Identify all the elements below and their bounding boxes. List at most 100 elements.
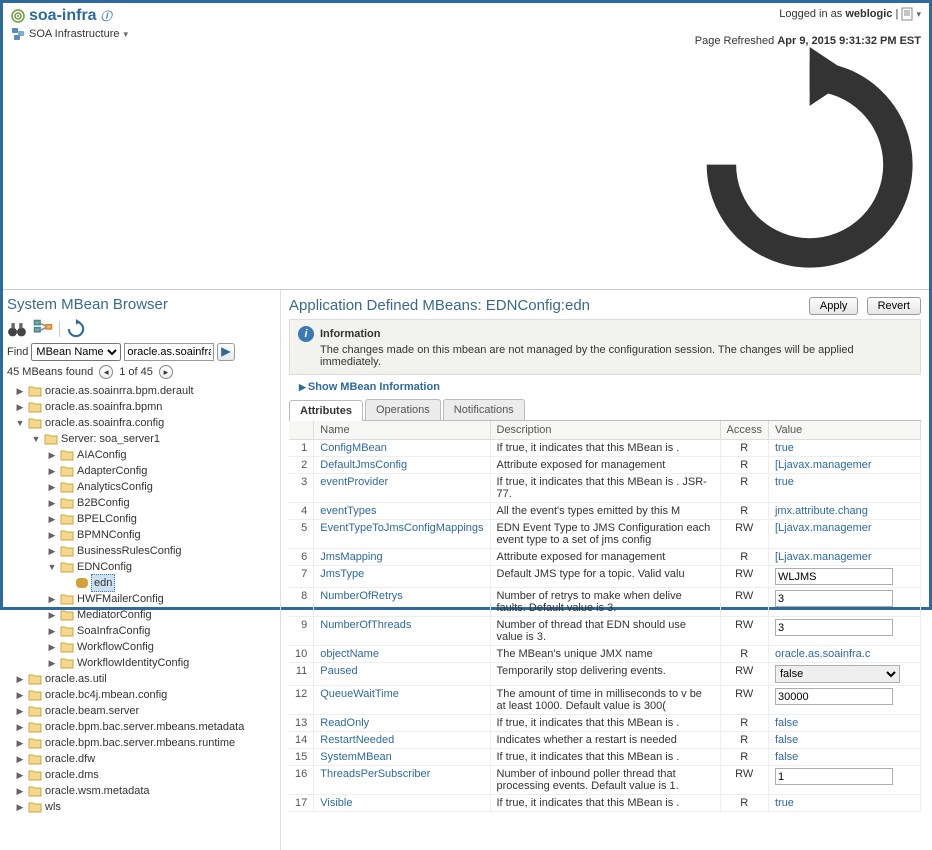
attr-name-link[interactable]: Paused [320,665,357,677]
tree-toggle-icon[interactable]: ▶ [47,511,57,527]
tree-node[interactable]: ▶WorkflowConfig [7,639,276,655]
col-desc[interactable]: Description [490,421,720,440]
attr-value-link[interactable]: true [775,797,794,809]
tree-node[interactable]: ▶AdapterConfig [7,463,276,479]
refresh-tree-icon[interactable] [66,319,86,339]
prev-result-button[interactable]: ◂ [99,365,113,379]
tree-node[interactable]: ▶oracle.as.util [7,671,276,687]
tree-toggle-icon[interactable]: ▶ [47,655,57,671]
refresh-icon[interactable] [692,273,927,285]
tree-toggle-icon[interactable]: ▶ [15,767,25,783]
tree-node[interactable]: ▶oracle.dms [7,767,276,783]
tree-toggle-icon[interactable]: ▶ [15,783,25,799]
attr-name-link[interactable]: eventTypes [320,505,376,517]
tree-node[interactable]: ▶BPMNConfig [7,527,276,543]
attr-name-link[interactable]: DefaultJmsConfig [320,459,407,471]
tab-attributes[interactable]: Attributes [289,400,363,421]
col-value[interactable]: Value [768,421,920,440]
attr-value-link[interactable]: false [775,734,798,746]
attr-name-link[interactable]: SystemMBean [320,751,392,763]
tree-toggle-icon[interactable]: ▶ [47,495,57,511]
show-mbean-info-link[interactable]: ▶ Show MBean Information [299,381,921,393]
tree-node[interactable]: ▶oracle.dfw [7,751,276,767]
attr-name-link[interactable]: objectName [320,648,379,660]
attr-value-link[interactable]: [Ljavax.managemer [775,459,872,471]
tree-toggle-icon[interactable]: ▶ [15,703,25,719]
tree-node[interactable]: ▼Server: soa_server1 [7,431,276,447]
attr-value-link[interactable]: [Ljavax.managemer [775,522,872,534]
attr-value-input[interactable] [775,568,893,585]
next-result-button[interactable]: ▸ [159,365,173,379]
tree-toggle-icon[interactable]: ▶ [47,543,57,559]
tree-toggle-icon[interactable]: ▶ [15,671,25,687]
attr-name-link[interactable]: RestartNeeded [320,734,394,746]
tree-toggle-icon[interactable]: ▶ [47,591,57,607]
tab-notifications[interactable]: Notifications [443,399,525,420]
attr-name-link[interactable]: QueueWaitTime [320,688,399,700]
find-filter-select[interactable]: MBean Name [31,343,121,361]
tree-node[interactable]: ▶BusinessRulesConfig [7,543,276,559]
tree-node[interactable]: ▶oracie.as.soainrra.bpm.derault [7,383,276,399]
find-go-button[interactable] [217,343,235,361]
attr-value-link[interactable]: false [775,751,798,763]
tree-toggle-icon[interactable]: ▼ [15,415,25,431]
revert-button[interactable]: Revert [867,297,921,315]
tree-node[interactable]: edn [7,575,276,591]
attr-name-link[interactable]: NumberOfThreads [320,619,411,631]
tree-icon[interactable] [33,319,53,339]
attr-name-link[interactable]: NumberOfRetrys [320,590,403,602]
tree-node[interactable]: ▶oracle.bc4j.mbean.config [7,687,276,703]
tree-toggle-icon[interactable]: ▶ [47,479,57,495]
tree-node[interactable]: ▶BPELConfig [7,511,276,527]
col-name[interactable]: Name [314,421,490,440]
attr-value-input[interactable] [775,768,893,785]
attr-value-link[interactable]: oracle.as.soainfra.c [775,648,870,660]
tree-toggle-icon[interactable]: ▶ [15,399,25,415]
header-menu-dropdown[interactable]: ▾ [916,9,921,19]
attr-value-link[interactable]: true [775,442,794,454]
tree-node[interactable]: ▶oracle.bpm.bac.server.mbeans.metadata [7,719,276,735]
attr-value-select[interactable]: false [775,665,900,683]
tree-node[interactable]: ▶SoaInfraConfig [7,623,276,639]
attr-name-link[interactable]: ThreadsPerSubscriber [320,768,430,780]
tree-toggle-icon[interactable]: ▶ [15,719,25,735]
tree-node[interactable]: ▶oracle.beam.server [7,703,276,719]
tree-node[interactable]: ▶WorkflowIdentityConfig [7,655,276,671]
attr-value-link[interactable]: false [775,717,798,729]
tree-toggle-icon[interactable]: ▶ [15,383,25,399]
attr-value-link[interactable]: true [775,476,794,488]
tree-node[interactable]: ▶HWFMailerConfig [7,591,276,607]
apply-button[interactable]: Apply [809,297,859,315]
tree-toggle-icon[interactable]: ▶ [15,687,25,703]
tree-toggle-icon[interactable]: ▶ [15,751,25,767]
attr-value-input[interactable] [775,619,893,636]
tree-toggle-icon[interactable]: ▼ [31,431,41,447]
attr-name-link[interactable]: EventTypeToJmsConfigMappings [320,522,483,534]
tree-toggle-icon[interactable]: ▶ [47,463,57,479]
attr-name-link[interactable]: JmsMapping [320,551,382,563]
tree-node[interactable]: ▼oracle.as.soainfra.config [7,415,276,431]
tree-node[interactable]: ▶oracle.wsm.metadata [7,783,276,799]
tree-node[interactable]: ▶B2BConfig [7,495,276,511]
tree-toggle-icon[interactable]: ▶ [47,447,57,463]
tree-node[interactable]: ▶AnalyticsConfig [7,479,276,495]
tree-node[interactable]: ▶oracle.bpm.bac.server.mbeans.runtime [7,735,276,751]
attr-value-link[interactable]: [Ljavax.managemer [775,551,872,563]
attr-value-input[interactable] [775,688,893,705]
tab-operations[interactable]: Operations [365,399,441,420]
subtitle-dropdown[interactable]: ▾ [123,29,128,40]
attr-name-link[interactable]: ConfigMBean [320,442,387,454]
tree-toggle-icon[interactable]: ▶ [47,527,57,543]
tree-toggle-icon[interactable]: ▶ [15,799,25,815]
attr-name-link[interactable]: Visible [320,797,352,809]
find-input[interactable] [124,343,214,361]
attr-name-link[interactable]: eventProvider [320,476,388,488]
tree-toggle-icon[interactable]: ▶ [15,735,25,751]
tree-node[interactable]: ▶oracle.as.soainfra.bpmn [7,399,276,415]
attr-name-link[interactable]: ReadOnly [320,717,369,729]
tree-node[interactable]: ▼EDNConfig [7,559,276,575]
attr-value-link[interactable]: jmx.attribute.chang [775,505,868,517]
tree-toggle-icon[interactable]: ▶ [47,639,57,655]
book-icon[interactable] [901,7,913,21]
info-icon[interactable]: ⓘ [101,8,112,24]
